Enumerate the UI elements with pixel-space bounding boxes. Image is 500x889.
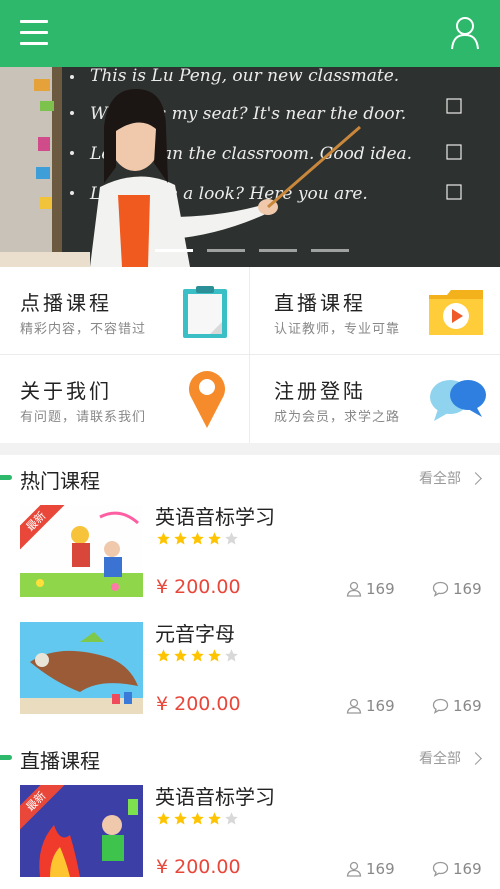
students-count: 169: [346, 580, 395, 598]
section-header: 热门课程 看全部: [0, 455, 500, 501]
carousel-dot[interactable]: [311, 249, 349, 252]
chat-bubbles-icon: [430, 380, 486, 421]
course-title: 英语音标学习: [155, 785, 275, 809]
carousel-dot[interactable]: [155, 249, 193, 252]
course-price: ¥ 200.00: [156, 576, 241, 598]
students-count-value: 169: [366, 697, 395, 715]
star-filled-icon: [191, 649, 204, 662]
banner-image: This is Lu Peng, our new classmate.Where…: [0, 67, 500, 267]
user-icon[interactable]: [450, 16, 480, 50]
see-all-label: 看全部: [419, 751, 461, 767]
star-empty-icon: [225, 812, 238, 825]
students-count: 169: [346, 697, 395, 715]
app-screen: This is Lu Peng, our new classmate. Where…: [0, 0, 500, 889]
quick-entry-subtitle: 成为会员，求学之路: [274, 410, 401, 425]
comments-count: 169: [432, 860, 482, 878]
section-marker: [0, 475, 12, 480]
comment-icon: [432, 698, 449, 714]
course-price: ¥ 200.00: [156, 693, 241, 715]
quick-entry-register-login[interactable]: 注册登陆 成为会员，求学之路: [250, 355, 500, 443]
chevron-right-icon: [469, 471, 482, 485]
course-thumbnail: 最新: [20, 505, 143, 597]
course-title: 英语音标学习: [155, 505, 275, 529]
comments-count-value: 169: [453, 580, 482, 598]
comments-count: 169: [432, 580, 482, 598]
rating-stars: [156, 531, 239, 546]
star-filled-icon: [157, 532, 170, 545]
see-all-link[interactable]: 看全部: [419, 748, 482, 768]
rating-stars: [156, 811, 239, 826]
section-title: 热门课程: [20, 469, 100, 493]
carousel-dot[interactable]: [207, 249, 245, 252]
quick-entry-subtitle: 精彩内容，不容错过: [20, 322, 147, 337]
quick-entry-title: 直播课程: [274, 291, 366, 315]
star-filled-icon: [191, 532, 204, 545]
quick-entry-title: 注册登陆: [274, 379, 366, 403]
course-thumbnail: 最新: [20, 785, 143, 877]
hot-courses-section: 热门课程 看全部 最新 英语音标学习 ¥ 200.00 169 169 元音字母…: [0, 455, 500, 735]
star-filled-icon: [174, 649, 187, 662]
clipboard-icon: [183, 286, 227, 338]
course-thumbnail: [20, 622, 143, 714]
rating-stars: [156, 648, 239, 663]
course-card[interactable]: 最新 英语音标学习 ¥ 200.00 169 169: [0, 781, 500, 889]
students-count-value: 169: [366, 860, 395, 878]
star-empty-icon: [225, 649, 238, 662]
star-filled-icon: [157, 649, 170, 662]
see-all-label: 看全部: [419, 471, 461, 487]
course-card[interactable]: 最新 英语音标学习 ¥ 200.00 169 169: [0, 501, 500, 618]
carousel-dot[interactable]: [259, 249, 297, 252]
play-folder-icon: [429, 290, 483, 335]
section-header: 直播课程 看全部: [0, 735, 500, 781]
star-filled-icon: [174, 532, 187, 545]
live-courses-section: 直播课程 看全部 最新 英语音标学习 ¥ 200.00 169 169: [0, 735, 500, 889]
quick-entry-grid: 点播课程 精彩内容，不容错过 直播课程 认证教师，专业可靠 关于我们 有问题，请…: [0, 267, 500, 443]
comments-count-value: 169: [453, 697, 482, 715]
star-filled-icon: [208, 649, 221, 662]
banner-carousel[interactable]: This is Lu Peng, our new classmate. Where…: [0, 67, 500, 267]
section-marker: [0, 755, 12, 760]
quick-entry-title: 点播课程: [20, 291, 112, 315]
star-filled-icon: [174, 812, 187, 825]
star-filled-icon: [208, 532, 221, 545]
star-filled-icon: [157, 812, 170, 825]
quick-entry-live-courses[interactable]: 直播课程 认证教师，专业可靠: [250, 267, 500, 355]
quick-entry-subtitle: 认证教师，专业可靠: [274, 322, 401, 337]
see-all-link[interactable]: 看全部: [419, 468, 482, 488]
star-filled-icon: [208, 812, 221, 825]
comment-icon: [432, 861, 449, 877]
course-price: ¥ 200.00: [156, 856, 241, 878]
course-title: 元音字母: [155, 622, 235, 646]
quick-entry-title: 关于我们: [20, 379, 112, 403]
chalkboard-line: This is Lu Peng, our new classmate.: [90, 67, 399, 86]
comment-icon: [432, 581, 449, 597]
quick-entry-vod-courses[interactable]: 点播课程 精彩内容，不容错过: [0, 267, 250, 355]
students-count-value: 169: [366, 580, 395, 598]
course-card[interactable]: 元音字母 ¥ 200.00 169 169: [0, 618, 500, 735]
comments-count: 169: [432, 697, 482, 715]
carousel-indicator: [155, 249, 349, 252]
comments-count-value: 169: [453, 860, 482, 878]
top-bar: [0, 0, 500, 67]
star-filled-icon: [191, 812, 204, 825]
menu-icon[interactable]: [20, 20, 48, 46]
chevron-right-icon: [469, 751, 482, 765]
person-icon: [346, 581, 362, 597]
students-count: 169: [346, 860, 395, 878]
person-icon: [346, 698, 362, 714]
star-empty-icon: [225, 532, 238, 545]
quick-entry-subtitle: 有问题，请联系我们: [20, 410, 147, 425]
person-icon: [346, 861, 362, 877]
section-title: 直播课程: [20, 749, 100, 773]
location-pin-icon: [189, 371, 225, 428]
quick-entry-about-us[interactable]: 关于我们 有问题，请联系我们: [0, 355, 250, 443]
